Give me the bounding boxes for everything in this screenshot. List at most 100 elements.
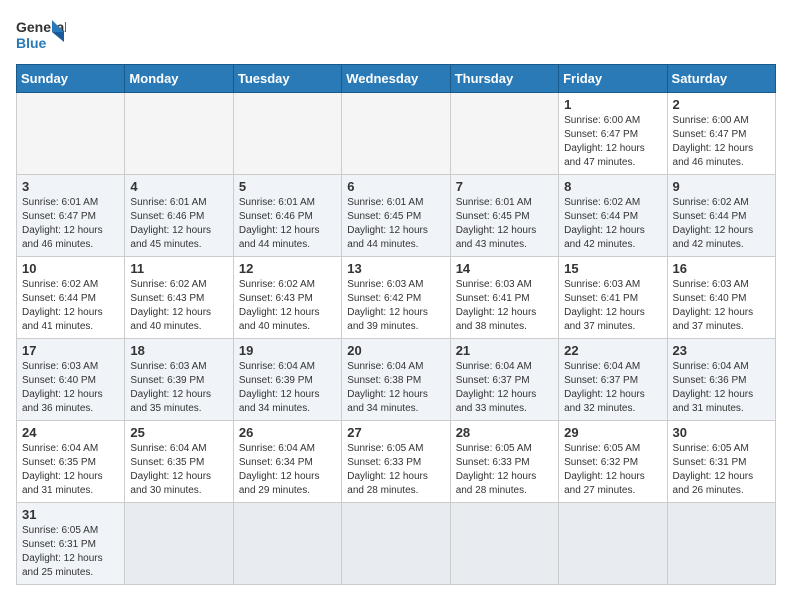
calendar-cell: 22 Sunrise: 6:04 AM Sunset: 6:37 PM Dayli…: [559, 339, 667, 421]
day-number: 2: [673, 97, 770, 112]
day-info: Sunrise: 6:03 AM Sunset: 6:42 PM Dayligh…: [347, 278, 444, 334]
day-number: 9: [673, 179, 770, 194]
calendar-cell: 27 Sunrise: 6:05 AM Sunset: 6:33 PM Dayli…: [342, 421, 450, 503]
calendar-cell: 21 Sunrise: 6:04 AM Sunset: 6:37 PM Dayli…: [450, 339, 558, 421]
day-info: Sunrise: 6:02 AM Sunset: 6:44 PM Dayligh…: [673, 196, 770, 252]
day-number: 12: [239, 261, 336, 276]
day-number: 8: [564, 179, 661, 194]
calendar-cell: [342, 503, 450, 585]
weekday-header: Tuesday: [233, 65, 341, 93]
day-info: Sunrise: 6:04 AM Sunset: 6:34 PM Dayligh…: [239, 442, 336, 498]
day-info: Sunrise: 6:03 AM Sunset: 6:39 PM Dayligh…: [130, 360, 227, 416]
day-number: 30: [673, 425, 770, 440]
day-number: 11: [130, 261, 227, 276]
day-number: 29: [564, 425, 661, 440]
day-number: 10: [22, 261, 119, 276]
calendar-cell: 25 Sunrise: 6:04 AM Sunset: 6:35 PM Dayli…: [125, 421, 233, 503]
day-info: Sunrise: 6:04 AM Sunset: 6:39 PM Dayligh…: [239, 360, 336, 416]
logo-svg: GeneralBlue: [16, 16, 66, 56]
day-number: 4: [130, 179, 227, 194]
day-info: Sunrise: 6:04 AM Sunset: 6:37 PM Dayligh…: [456, 360, 553, 416]
day-info: Sunrise: 6:04 AM Sunset: 6:38 PM Dayligh…: [347, 360, 444, 416]
weekday-header: Sunday: [17, 65, 125, 93]
day-number: 24: [22, 425, 119, 440]
day-info: Sunrise: 6:01 AM Sunset: 6:45 PM Dayligh…: [456, 196, 553, 252]
day-number: 27: [347, 425, 444, 440]
logo: GeneralBlue: [16, 16, 66, 56]
day-number: 6: [347, 179, 444, 194]
calendar-cell: 28Sunrise: 6:05 AM Sunset: 6:33 PM Dayli…: [450, 421, 558, 503]
day-info: Sunrise: 6:01 AM Sunset: 6:46 PM Dayligh…: [130, 196, 227, 252]
day-info: Sunrise: 6:00 AM Sunset: 6:47 PM Dayligh…: [564, 114, 661, 170]
calendar-cell: [17, 93, 125, 175]
calendar-cell: [450, 93, 558, 175]
calendar-cell: 20 Sunrise: 6:04 AM Sunset: 6:38 PM Dayli…: [342, 339, 450, 421]
calendar: SundayMondayTuesdayWednesdayThursdayFrid…: [16, 64, 776, 585]
day-info: Sunrise: 6:05 AM Sunset: 6:33 PM Dayligh…: [456, 442, 553, 498]
day-info: Sunrise: 6:01 AM Sunset: 6:45 PM Dayligh…: [347, 196, 444, 252]
day-number: 15: [564, 261, 661, 276]
calendar-cell: 18 Sunrise: 6:03 AM Sunset: 6:39 PM Dayli…: [125, 339, 233, 421]
day-info: Sunrise: 6:04 AM Sunset: 6:35 PM Dayligh…: [22, 442, 119, 498]
calendar-cell: 14 Sunrise: 6:03 AM Sunset: 6:41 PM Dayli…: [450, 257, 558, 339]
day-number: 21: [456, 343, 553, 358]
calendar-cell: 17Sunrise: 6:03 AM Sunset: 6:40 PM Dayli…: [17, 339, 125, 421]
day-info: Sunrise: 6:04 AM Sunset: 6:37 PM Dayligh…: [564, 360, 661, 416]
calendar-cell: [450, 503, 558, 585]
calendar-cell: 1 Sunrise: 6:00 AM Sunset: 6:47 PM Daylig…: [559, 93, 667, 175]
calendar-cell: 16 Sunrise: 6:03 AM Sunset: 6:40 PM Dayli…: [667, 257, 775, 339]
calendar-cell: 13 Sunrise: 6:03 AM Sunset: 6:42 PM Dayli…: [342, 257, 450, 339]
day-number: 14: [456, 261, 553, 276]
day-info: Sunrise: 6:02 AM Sunset: 6:43 PM Dayligh…: [239, 278, 336, 334]
calendar-cell: 15 Sunrise: 6:03 AM Sunset: 6:41 PM Dayli…: [559, 257, 667, 339]
day-info: Sunrise: 6:04 AM Sunset: 6:36 PM Dayligh…: [673, 360, 770, 416]
day-number: 16: [673, 261, 770, 276]
calendar-cell: 31 Sunrise: 6:05 AM Sunset: 6:31 PM Dayli…: [17, 503, 125, 585]
calendar-cell: [233, 93, 341, 175]
calendar-cell: 7 Sunrise: 6:01 AM Sunset: 6:45 PM Daylig…: [450, 175, 558, 257]
calendar-cell: [233, 503, 341, 585]
day-number: 18: [130, 343, 227, 358]
calendar-cell: 9 Sunrise: 6:02 AM Sunset: 6:44 PM Daylig…: [667, 175, 775, 257]
day-info: Sunrise: 6:03 AM Sunset: 6:40 PM Dayligh…: [673, 278, 770, 334]
calendar-cell: 19Sunrise: 6:04 AM Sunset: 6:39 PM Dayli…: [233, 339, 341, 421]
day-info: Sunrise: 6:03 AM Sunset: 6:40 PM Dayligh…: [22, 360, 119, 416]
calendar-cell: 29 Sunrise: 6:05 AM Sunset: 6:32 PM Dayli…: [559, 421, 667, 503]
day-info: Sunrise: 6:05 AM Sunset: 6:31 PM Dayligh…: [22, 524, 119, 580]
day-number: 13: [347, 261, 444, 276]
weekday-header: Wednesday: [342, 65, 450, 93]
day-info: Sunrise: 6:03 AM Sunset: 6:41 PM Dayligh…: [564, 278, 661, 334]
svg-text:Blue: Blue: [16, 35, 47, 51]
day-number: 22: [564, 343, 661, 358]
day-number: 5: [239, 179, 336, 194]
day-number: 31: [22, 507, 119, 522]
calendar-cell: 5Sunrise: 6:01 AM Sunset: 6:46 PM Daylig…: [233, 175, 341, 257]
weekday-header: Thursday: [450, 65, 558, 93]
day-info: Sunrise: 6:00 AM Sunset: 6:47 PM Dayligh…: [673, 114, 770, 170]
day-number: 3: [22, 179, 119, 194]
calendar-cell: 24 Sunrise: 6:04 AM Sunset: 6:35 PM Dayli…: [17, 421, 125, 503]
page-header: GeneralBlue: [16, 16, 776, 56]
weekday-header: Friday: [559, 65, 667, 93]
day-info: Sunrise: 6:05 AM Sunset: 6:31 PM Dayligh…: [673, 442, 770, 498]
day-info: Sunrise: 6:02 AM Sunset: 6:44 PM Dayligh…: [564, 196, 661, 252]
day-number: 20: [347, 343, 444, 358]
day-info: Sunrise: 6:02 AM Sunset: 6:43 PM Dayligh…: [130, 278, 227, 334]
calendar-cell: 3 Sunrise: 6:01 AM Sunset: 6:47 PM Daylig…: [17, 175, 125, 257]
day-info: Sunrise: 6:05 AM Sunset: 6:33 PM Dayligh…: [347, 442, 444, 498]
weekday-header: Monday: [125, 65, 233, 93]
day-number: 25: [130, 425, 227, 440]
day-number: 7: [456, 179, 553, 194]
calendar-cell: 11 Sunrise: 6:02 AM Sunset: 6:43 PM Dayli…: [125, 257, 233, 339]
day-info: Sunrise: 6:05 AM Sunset: 6:32 PM Dayligh…: [564, 442, 661, 498]
day-number: 1: [564, 97, 661, 112]
weekday-header: Saturday: [667, 65, 775, 93]
day-info: Sunrise: 6:04 AM Sunset: 6:35 PM Dayligh…: [130, 442, 227, 498]
day-info: Sunrise: 6:03 AM Sunset: 6:41 PM Dayligh…: [456, 278, 553, 334]
calendar-cell: 8 Sunrise: 6:02 AM Sunset: 6:44 PM Daylig…: [559, 175, 667, 257]
calendar-cell: [342, 93, 450, 175]
calendar-cell: 30 Sunrise: 6:05 AM Sunset: 6:31 PM Dayli…: [667, 421, 775, 503]
day-info: Sunrise: 6:01 AM Sunset: 6:47 PM Dayligh…: [22, 196, 119, 252]
day-number: 23: [673, 343, 770, 358]
day-info: Sunrise: 6:02 AM Sunset: 6:44 PM Dayligh…: [22, 278, 119, 334]
